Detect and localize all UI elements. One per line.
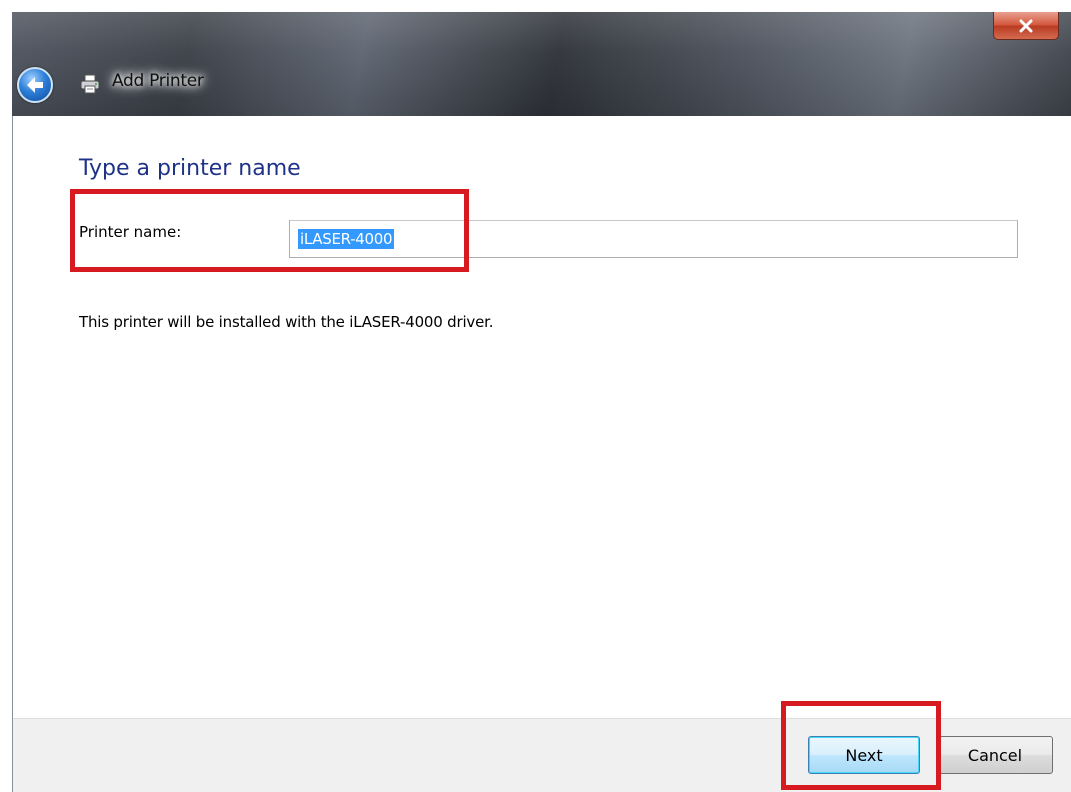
- printer-icon: [80, 74, 100, 94]
- printer-name-value: iLASER-4000: [298, 229, 395, 249]
- close-button[interactable]: [993, 12, 1059, 40]
- printer-name-input[interactable]: iLASER-4000: [289, 220, 1018, 258]
- back-arrow-icon: [27, 77, 43, 93]
- add-printer-window: Add Printer Type a printer name Printer …: [0, 0, 1071, 792]
- close-icon: [1019, 19, 1033, 32]
- window-title: Add Printer: [112, 71, 204, 91]
- page-heading: Type a printer name: [79, 156, 301, 181]
- cancel-button[interactable]: Cancel: [937, 736, 1053, 774]
- next-button[interactable]: Next: [808, 736, 920, 774]
- title-bar: [0, 0, 1071, 116]
- back-button[interactable]: [17, 67, 53, 103]
- driver-message: This printer will be installed with the …: [79, 313, 494, 331]
- content-border: [12, 116, 13, 792]
- left-edge: [0, 12, 12, 792]
- printer-name-label: Printer name:: [79, 223, 182, 241]
- top-edge: [0, 0, 1071, 12]
